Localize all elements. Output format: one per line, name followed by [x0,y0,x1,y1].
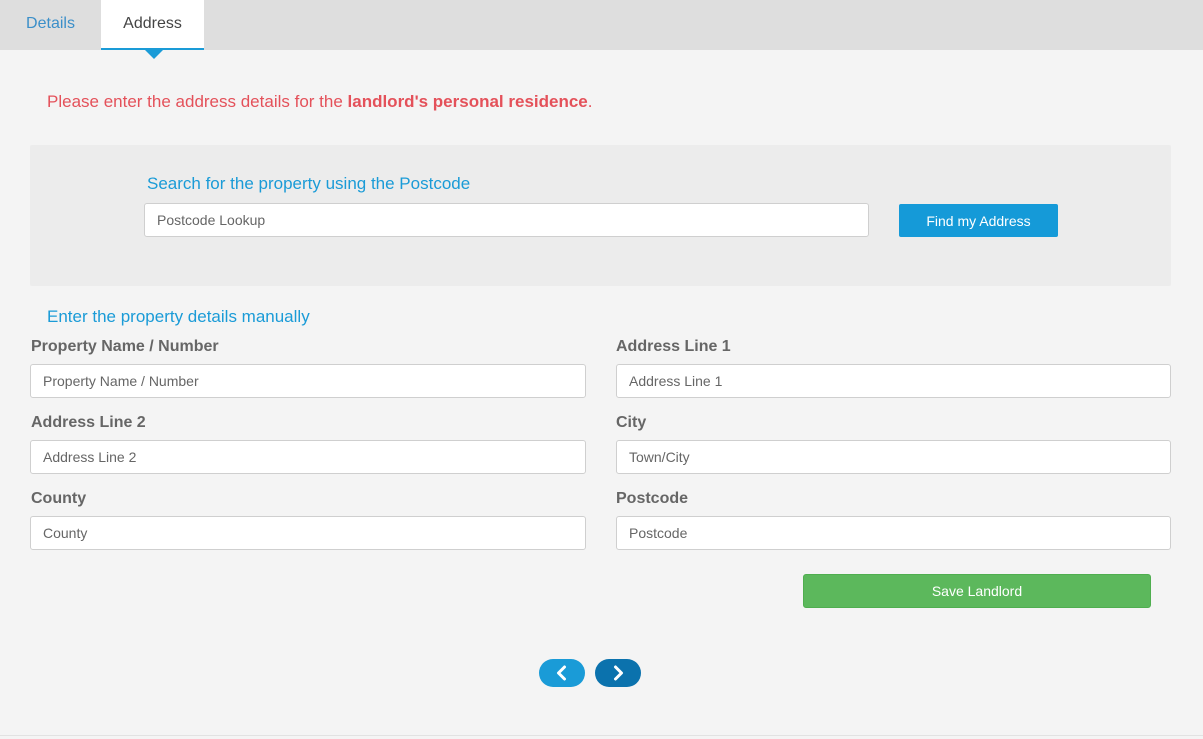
county-label: County [31,490,87,507]
save-landlord-button[interactable]: Save Landlord [803,574,1151,608]
intro-emphasis: landlord's personal residence [347,92,588,111]
address-line-1-label: Address Line 1 [616,338,731,355]
manual-section-title: Enter the property details manually [47,307,310,326]
property-name-input[interactable] [30,364,586,398]
tab-bar: Details Address [0,0,1203,50]
postcode-label: Postcode [616,490,689,507]
next-button[interactable] [595,659,641,687]
address-line-2-label: Address Line 2 [31,414,146,431]
bottom-divider [0,735,1203,736]
tab-address[interactable]: Address [101,0,204,50]
postcode-input[interactable] [616,516,1171,550]
intro-prefix: Please enter the address details for the [47,92,348,111]
search-section-title: Search for the property using the Postco… [147,174,471,193]
property-name-label: Property Name / Number [31,338,219,355]
address-line-1-input[interactable] [616,364,1171,398]
address-line-2-input[interactable] [30,440,586,474]
county-input[interactable] [30,516,586,550]
intro-message: Please enter the address details for the… [47,92,592,112]
find-my-address-button[interactable]: Find my Address [899,204,1058,237]
city-input[interactable] [616,440,1171,474]
tab-details[interactable]: Details [0,0,101,50]
postcode-search-panel: Search for the property using the Postco… [30,145,1171,286]
chevron-left-icon [557,665,566,681]
active-tab-caret-icon [145,50,163,59]
previous-button[interactable] [539,659,585,687]
intro-suffix: . [587,92,593,111]
postcode-lookup-input[interactable] [144,203,869,237]
city-label: City [616,414,647,431]
chevron-right-icon [614,665,623,681]
